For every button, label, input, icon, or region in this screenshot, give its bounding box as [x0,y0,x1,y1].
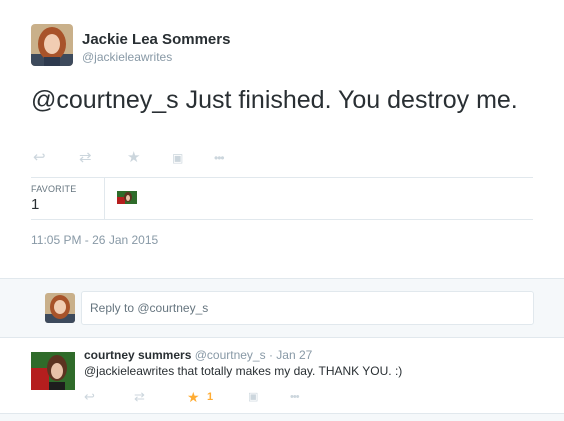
reply-text: @jackieleawrites that totally makes my d… [84,364,403,378]
favorite-icon[interactable]: ★ [187,388,200,406]
avatar[interactable] [31,24,73,66]
avatar [45,293,75,323]
avatar[interactable] [31,352,75,390]
reply-author-line: courtney summers @courtney_s · Jan 27 [84,348,312,362]
more-icon[interactable]: ••• [214,149,225,167]
favorite-count[interactable]: 1 [207,388,213,406]
retweet-icon[interactable]: ⇄ [79,149,92,167]
timeline-footer [0,413,564,421]
tweet-stats: FAVORITE 1 [31,177,533,219]
author-handle[interactable]: @jackieleawrites [82,50,172,64]
favorite-label: FAVORITE [31,184,77,194]
author-name[interactable]: Jackie Lea Sommers [82,31,230,48]
reply-icon[interactable]: ↩ [33,149,46,167]
reply-box: Reply to @courtney_s [0,278,564,338]
tweet-timestamp[interactable]: 11:05 PM - 26 Jan 2015 [31,233,158,247]
reply-author-handle[interactable]: @courtney_s [195,348,266,362]
favorite-count[interactable]: 1 [31,196,39,213]
save-icon[interactable]: ▣ [172,149,183,167]
favoriter-avatar[interactable] [117,191,137,204]
reply-icon[interactable]: ↩ [84,388,95,406]
save-icon[interactable]: ▣ [248,388,258,406]
more-icon[interactable]: ••• [290,388,300,406]
main-tweet: Jackie Lea Sommers @jackieleawrites @cou… [0,0,564,278]
favorite-icon[interactable]: ★ [127,149,140,167]
reply-author-name[interactable]: courtney summers [84,348,191,362]
reply-input[interactable]: Reply to @courtney_s [81,291,534,325]
stats-separator [104,177,105,219]
retweet-icon[interactable]: ⇄ [134,388,145,406]
divider [31,219,533,220]
tweet-text: @courtney_s Just finished. You destroy m… [31,86,518,114]
meta-separator: · [268,348,273,362]
reply-date[interactable]: Jan 27 [276,348,312,362]
reply-tweet: courtney summers @courtney_s · Jan 27 @j… [0,338,564,413]
